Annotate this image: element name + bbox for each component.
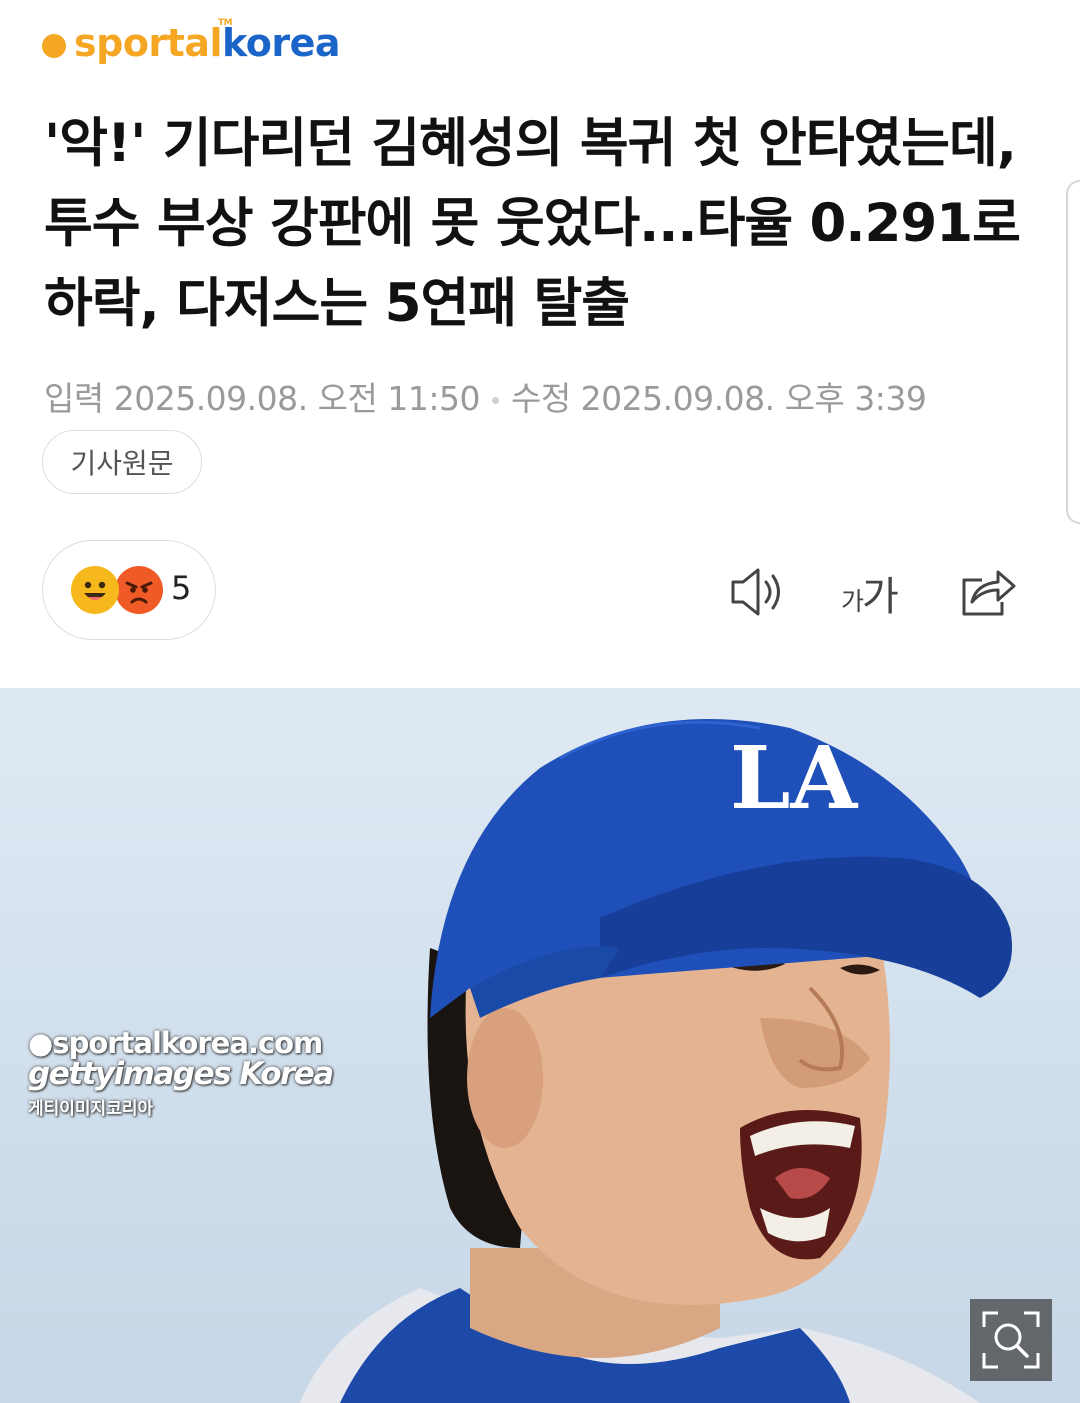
modified-date: 수정 2025.09.08. 오후 3:39: [510, 379, 927, 418]
font-size-small-glyph: 가: [841, 587, 865, 616]
font-size-large-glyph: 가: [862, 574, 899, 620]
date-separator: [491, 397, 499, 404]
logo-text-sportal: sportal: [74, 21, 223, 65]
published-date: 입력 2025.09.08. 오전 11:50: [44, 379, 480, 418]
speaker-icon: [731, 568, 780, 616]
cap-la-logo: LA: [730, 728, 858, 828]
side-scroll-handle[interactable]: [1066, 180, 1080, 524]
watermark-gettyimages: gettyimages Korea: [28, 1056, 334, 1092]
share-icon: [962, 570, 1016, 616]
font-size-button[interactable]: 가 가: [838, 562, 899, 622]
logo-dot-icon: [42, 34, 66, 58]
photo-zoom-button[interactable]: [970, 1299, 1052, 1381]
logo-trademark: TM: [218, 18, 233, 28]
original-article-button[interactable]: 기사원문: [42, 430, 202, 494]
reactions-button[interactable]: 5: [42, 540, 216, 640]
watermark-korean: 게티이미지코리아: [28, 1099, 154, 1119]
article-photo[interactable]: LA ●sportalkorea.com gettyimages Korea 게…: [0, 688, 1080, 1403]
article-dates: 입력 2025.09.08. 오전 11:50 수정 2025.09.08. 오후…: [44, 372, 927, 420]
photo-watermark: ●sportalkorea.com gettyimages Korea 게티이미…: [28, 1026, 334, 1119]
watermark-sportalkorea: ●sportalkorea.com: [28, 1026, 323, 1060]
article-headline: '악!' 기다리던 김혜성의 복귀 첫 안타였는데, 투수 부상 강판에 못 웃…: [44, 113, 1021, 334]
zoom-icon: [982, 1311, 1040, 1369]
share-button[interactable]: [958, 562, 1018, 622]
brand-logo[interactable]: sportal korea TM: [42, 18, 341, 68]
logo-text-korea: korea: [222, 21, 341, 65]
happy-face-icon: [71, 566, 119, 614]
text-to-speech-button[interactable]: [728, 562, 788, 622]
reaction-count: 5: [171, 569, 192, 607]
svg-text:LA: LA: [730, 728, 858, 828]
angry-face-icon: [115, 566, 163, 614]
